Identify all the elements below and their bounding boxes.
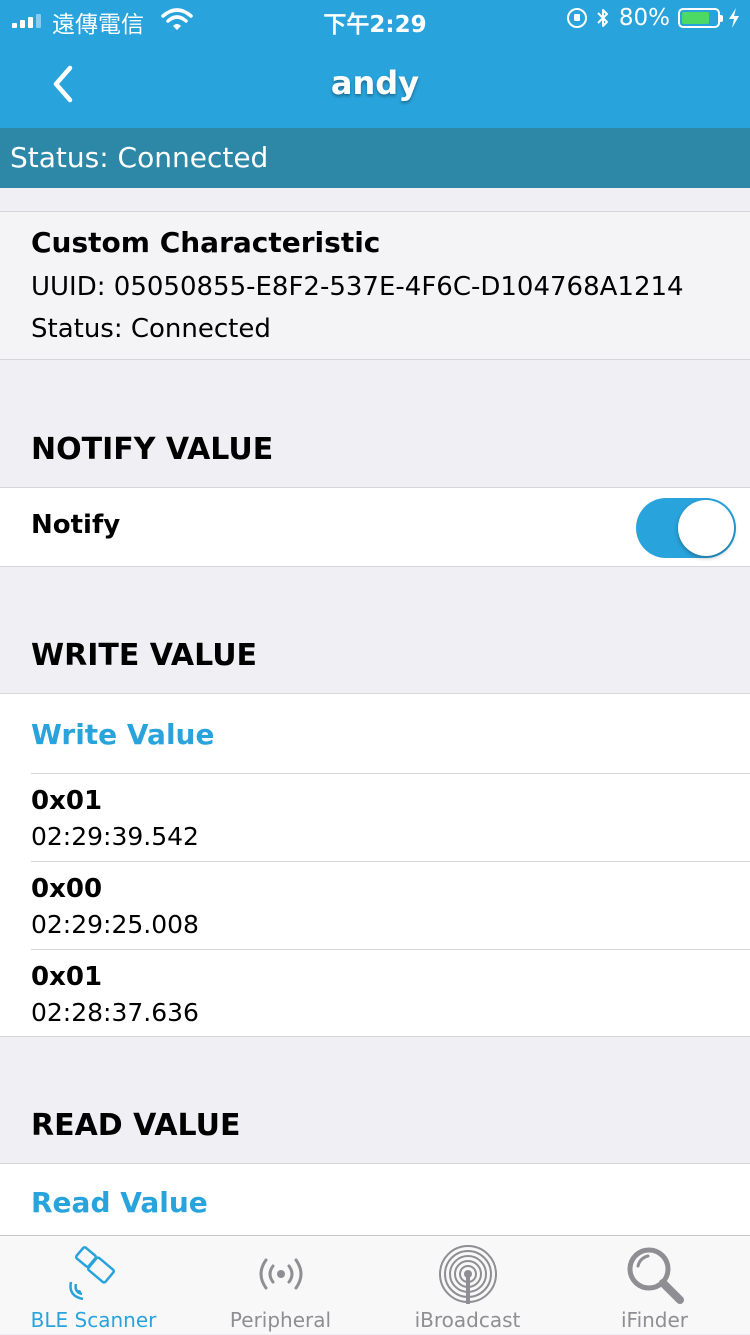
read-section-header: READ VALUE xyxy=(31,1108,241,1143)
page-title: andy xyxy=(330,64,420,102)
write-value-block: Write Value 0x01 02:29:39.542 0x00 02:29… xyxy=(0,693,750,1037)
read-value-button[interactable]: Read Value xyxy=(31,1186,208,1219)
characteristic-title: Custom Characteristic xyxy=(31,226,381,259)
write-entry: 0x01 02:28:37.636 xyxy=(31,949,750,1038)
ble-scanner-icon xyxy=(68,1246,115,1300)
toggle-knob xyxy=(678,500,734,556)
status-bar: 遠傳電信 下午2:29 80% xyxy=(0,0,750,40)
ifinder-icon xyxy=(627,1247,684,1304)
tab-label: iBroadcast xyxy=(414,1308,521,1332)
tab-ble-scanner[interactable]: BLE Scanner xyxy=(0,1236,187,1335)
tab-bar: BLE Scanner Peripheral iBroadcast iFinde… xyxy=(0,1235,750,1334)
characteristic-uuid: UUID: 05050855-E8F2-537E-4F6C-D104768A12… xyxy=(31,272,684,302)
write-entry-value: 0x01 xyxy=(31,962,103,992)
write-entry-time: 02:29:25.008 xyxy=(31,910,199,939)
write-entry-time: 02:28:37.636 xyxy=(31,998,199,1027)
battery-icon xyxy=(678,8,723,28)
notify-row: Notify xyxy=(0,487,750,567)
notify-section-header: NOTIFY VALUE xyxy=(31,432,274,467)
tab-ibroadcast[interactable]: iBroadcast xyxy=(374,1236,561,1335)
navigation-bar: andy xyxy=(0,40,750,128)
write-value-button[interactable]: Write Value xyxy=(31,718,214,751)
characteristic-info: Custom Characteristic UUID: 05050855-E8F… xyxy=(0,211,750,360)
write-section-header: WRITE VALUE xyxy=(31,638,258,673)
connection-status-text: Status: Connected xyxy=(10,141,269,174)
charging-bolt-icon xyxy=(729,8,739,28)
characteristic-status: Status: Connected xyxy=(31,314,271,344)
write-entry: 0x00 02:29:25.008 xyxy=(31,861,750,950)
tab-label: BLE Scanner xyxy=(30,1308,157,1332)
notify-label: Notify xyxy=(31,510,121,540)
write-entry-time: 02:29:39.542 xyxy=(31,822,199,851)
tab-label: Peripheral xyxy=(229,1308,332,1332)
read-value-block: Read Value xyxy=(0,1163,750,1243)
tab-peripheral[interactable]: Peripheral xyxy=(187,1236,374,1335)
write-entry-value: 0x00 xyxy=(31,874,103,904)
peripheral-icon xyxy=(259,1258,302,1290)
write-entry: 0x01 02:29:39.542 xyxy=(31,773,750,862)
ibroadcast-icon xyxy=(438,1245,497,1304)
tab-label: iFinder xyxy=(620,1308,689,1332)
battery-percent: 80% xyxy=(618,5,670,31)
connection-status-bar: Status: Connected xyxy=(0,128,750,188)
bluetooth-icon xyxy=(597,9,608,27)
notify-toggle[interactable] xyxy=(636,498,736,558)
tab-ifinder[interactable]: iFinder xyxy=(561,1236,748,1335)
rotation-lock-icon xyxy=(566,8,587,28)
write-entry-value: 0x01 xyxy=(31,786,103,816)
